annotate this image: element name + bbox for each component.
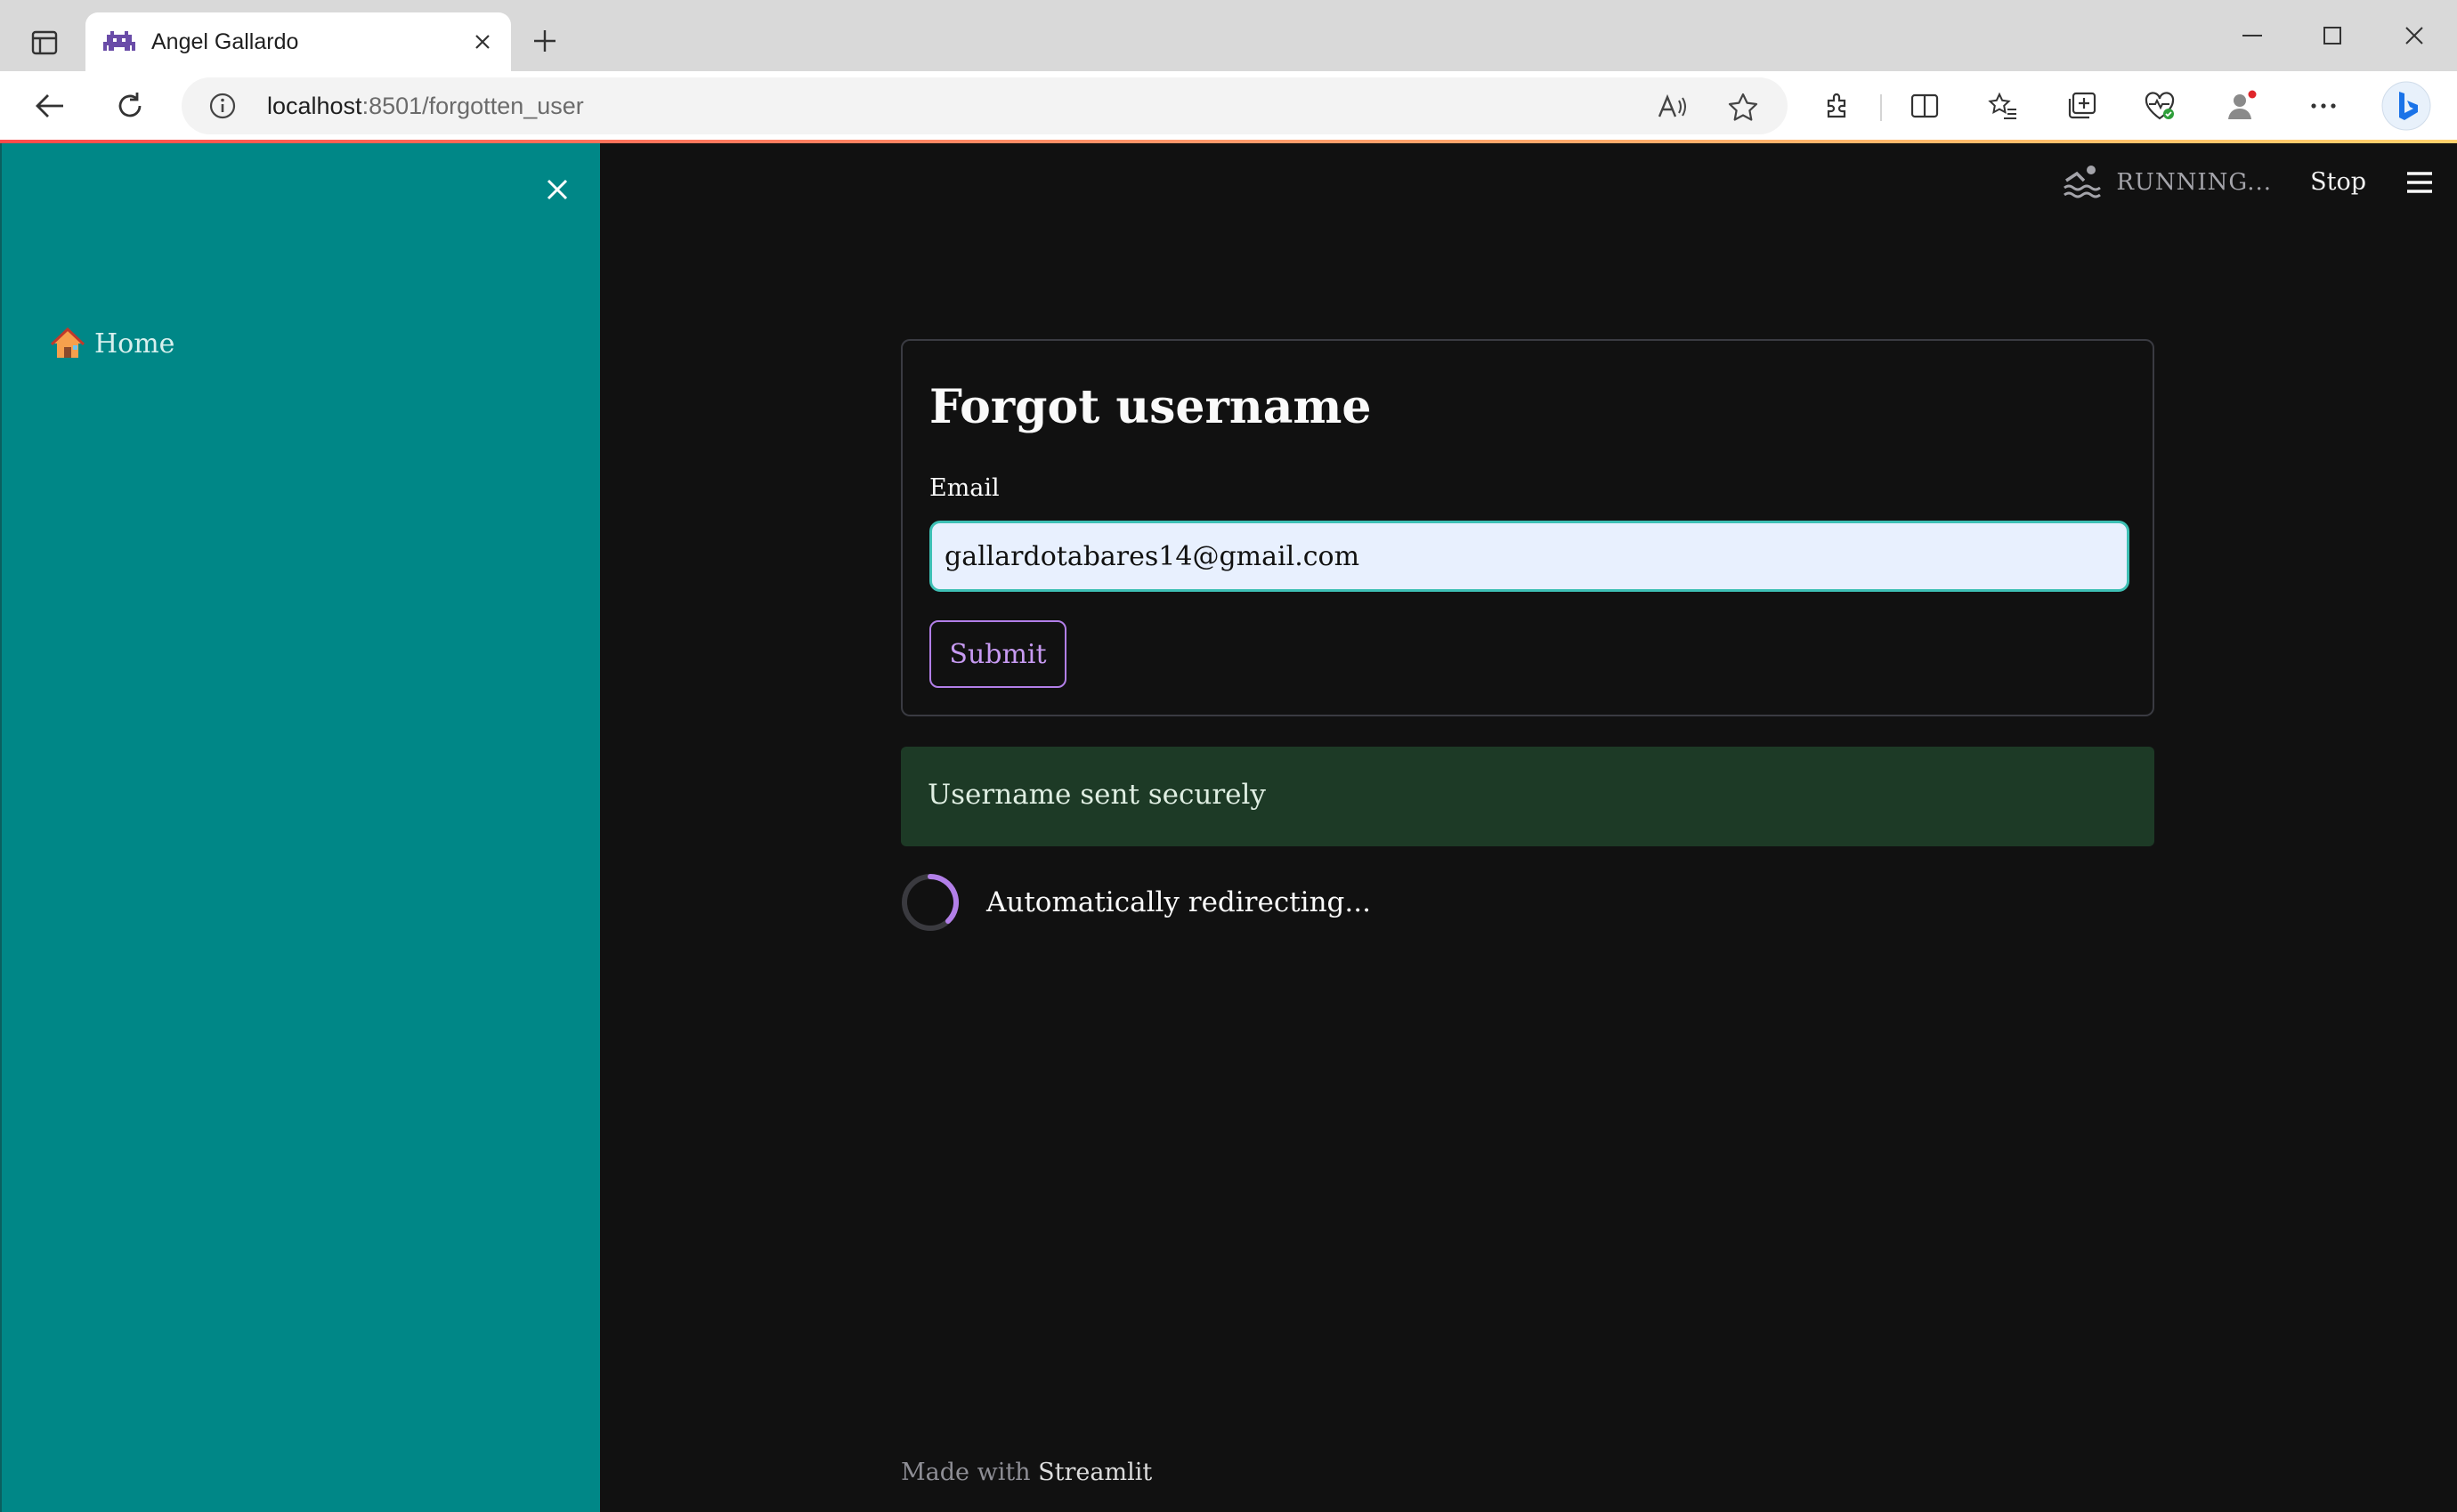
- sidebar-close-icon[interactable]: [539, 172, 575, 207]
- form-title: Forgot username: [929, 380, 1372, 434]
- success-message: Username sent securely: [928, 779, 1266, 811]
- browser-tab-strip: Angel Gallardo: [0, 0, 2457, 71]
- running-swimmer-icon: [2063, 163, 2102, 203]
- email-field[interactable]: [929, 521, 2129, 592]
- tab-actions-icon[interactable]: [25, 25, 64, 61]
- tab-title: Angel Gallardo: [151, 29, 299, 54]
- site-info-icon[interactable]: [208, 92, 237, 120]
- sidebar: Home: [0, 143, 600, 1512]
- window-close-icon[interactable]: [2388, 16, 2441, 55]
- minimize-icon[interactable]: [2226, 16, 2279, 55]
- email-label: Email: [929, 474, 1000, 502]
- new-tab-icon[interactable]: [527, 23, 563, 59]
- submit-button[interactable]: Submit: [929, 620, 1066, 688]
- profile-icon[interactable]: [2220, 85, 2263, 126]
- footer: Made with Streamlit: [901, 1459, 1152, 1486]
- sidebar-item-home[interactable]: Home: [50, 323, 174, 364]
- more-options-icon[interactable]: [2302, 85, 2345, 126]
- browser-toolbar: localhost:8501/forgotten_user: [0, 71, 2457, 141]
- status-text: RUNNING...: [2116, 169, 2272, 196]
- extensions-icon[interactable]: [1816, 85, 1859, 126]
- back-arrow-icon[interactable]: [28, 85, 71, 126]
- maximize-icon[interactable]: [2306, 16, 2359, 55]
- stop-button[interactable]: Stop: [2310, 163, 2366, 202]
- favorites-list-icon[interactable]: [1982, 85, 2024, 126]
- bing-copilot-icon[interactable]: [2379, 78, 2434, 133]
- loading-spinner-icon: [901, 873, 960, 932]
- alien-favicon-icon: [103, 28, 135, 56]
- success-alert: Username sent securely: [901, 747, 2154, 846]
- redirect-spinner: Automatically redirecting...: [901, 873, 1371, 932]
- url-path: :8501/forgotten_user: [361, 93, 584, 119]
- spinner-text: Automatically redirecting...: [986, 886, 1371, 918]
- url-host: localhost: [267, 93, 362, 119]
- browser-health-icon[interactable]: [2138, 85, 2181, 126]
- forgot-username-form: Forgot username Email Submit: [901, 339, 2154, 716]
- toolbar-divider: [1880, 94, 1882, 121]
- sidebar-item-label: Home: [94, 327, 175, 360]
- hamburger-menu-icon[interactable]: [2402, 165, 2437, 200]
- url-text[interactable]: localhost:8501/forgotten_user: [267, 92, 584, 120]
- streamlit-link[interactable]: Streamlit: [1038, 1459, 1152, 1486]
- collections-icon[interactable]: [2060, 85, 2103, 126]
- split-screen-icon[interactable]: [1903, 85, 1946, 126]
- house-icon: [50, 326, 85, 361]
- footer-prefix: Made with: [901, 1459, 1031, 1486]
- tab-close-icon[interactable]: [470, 29, 495, 54]
- browser-tab[interactable]: Angel Gallardo: [85, 12, 511, 71]
- main-content: RUNNING... Stop Forgot username Email Su…: [600, 143, 2457, 1512]
- address-bar[interactable]: localhost:8501/forgotten_user: [182, 77, 1788, 134]
- favorite-star-icon[interactable]: [1727, 92, 1759, 122]
- read-aloud-icon[interactable]: [1656, 92, 1688, 122]
- reload-icon[interactable]: [109, 85, 151, 126]
- running-status: RUNNING...: [2063, 163, 2272, 202]
